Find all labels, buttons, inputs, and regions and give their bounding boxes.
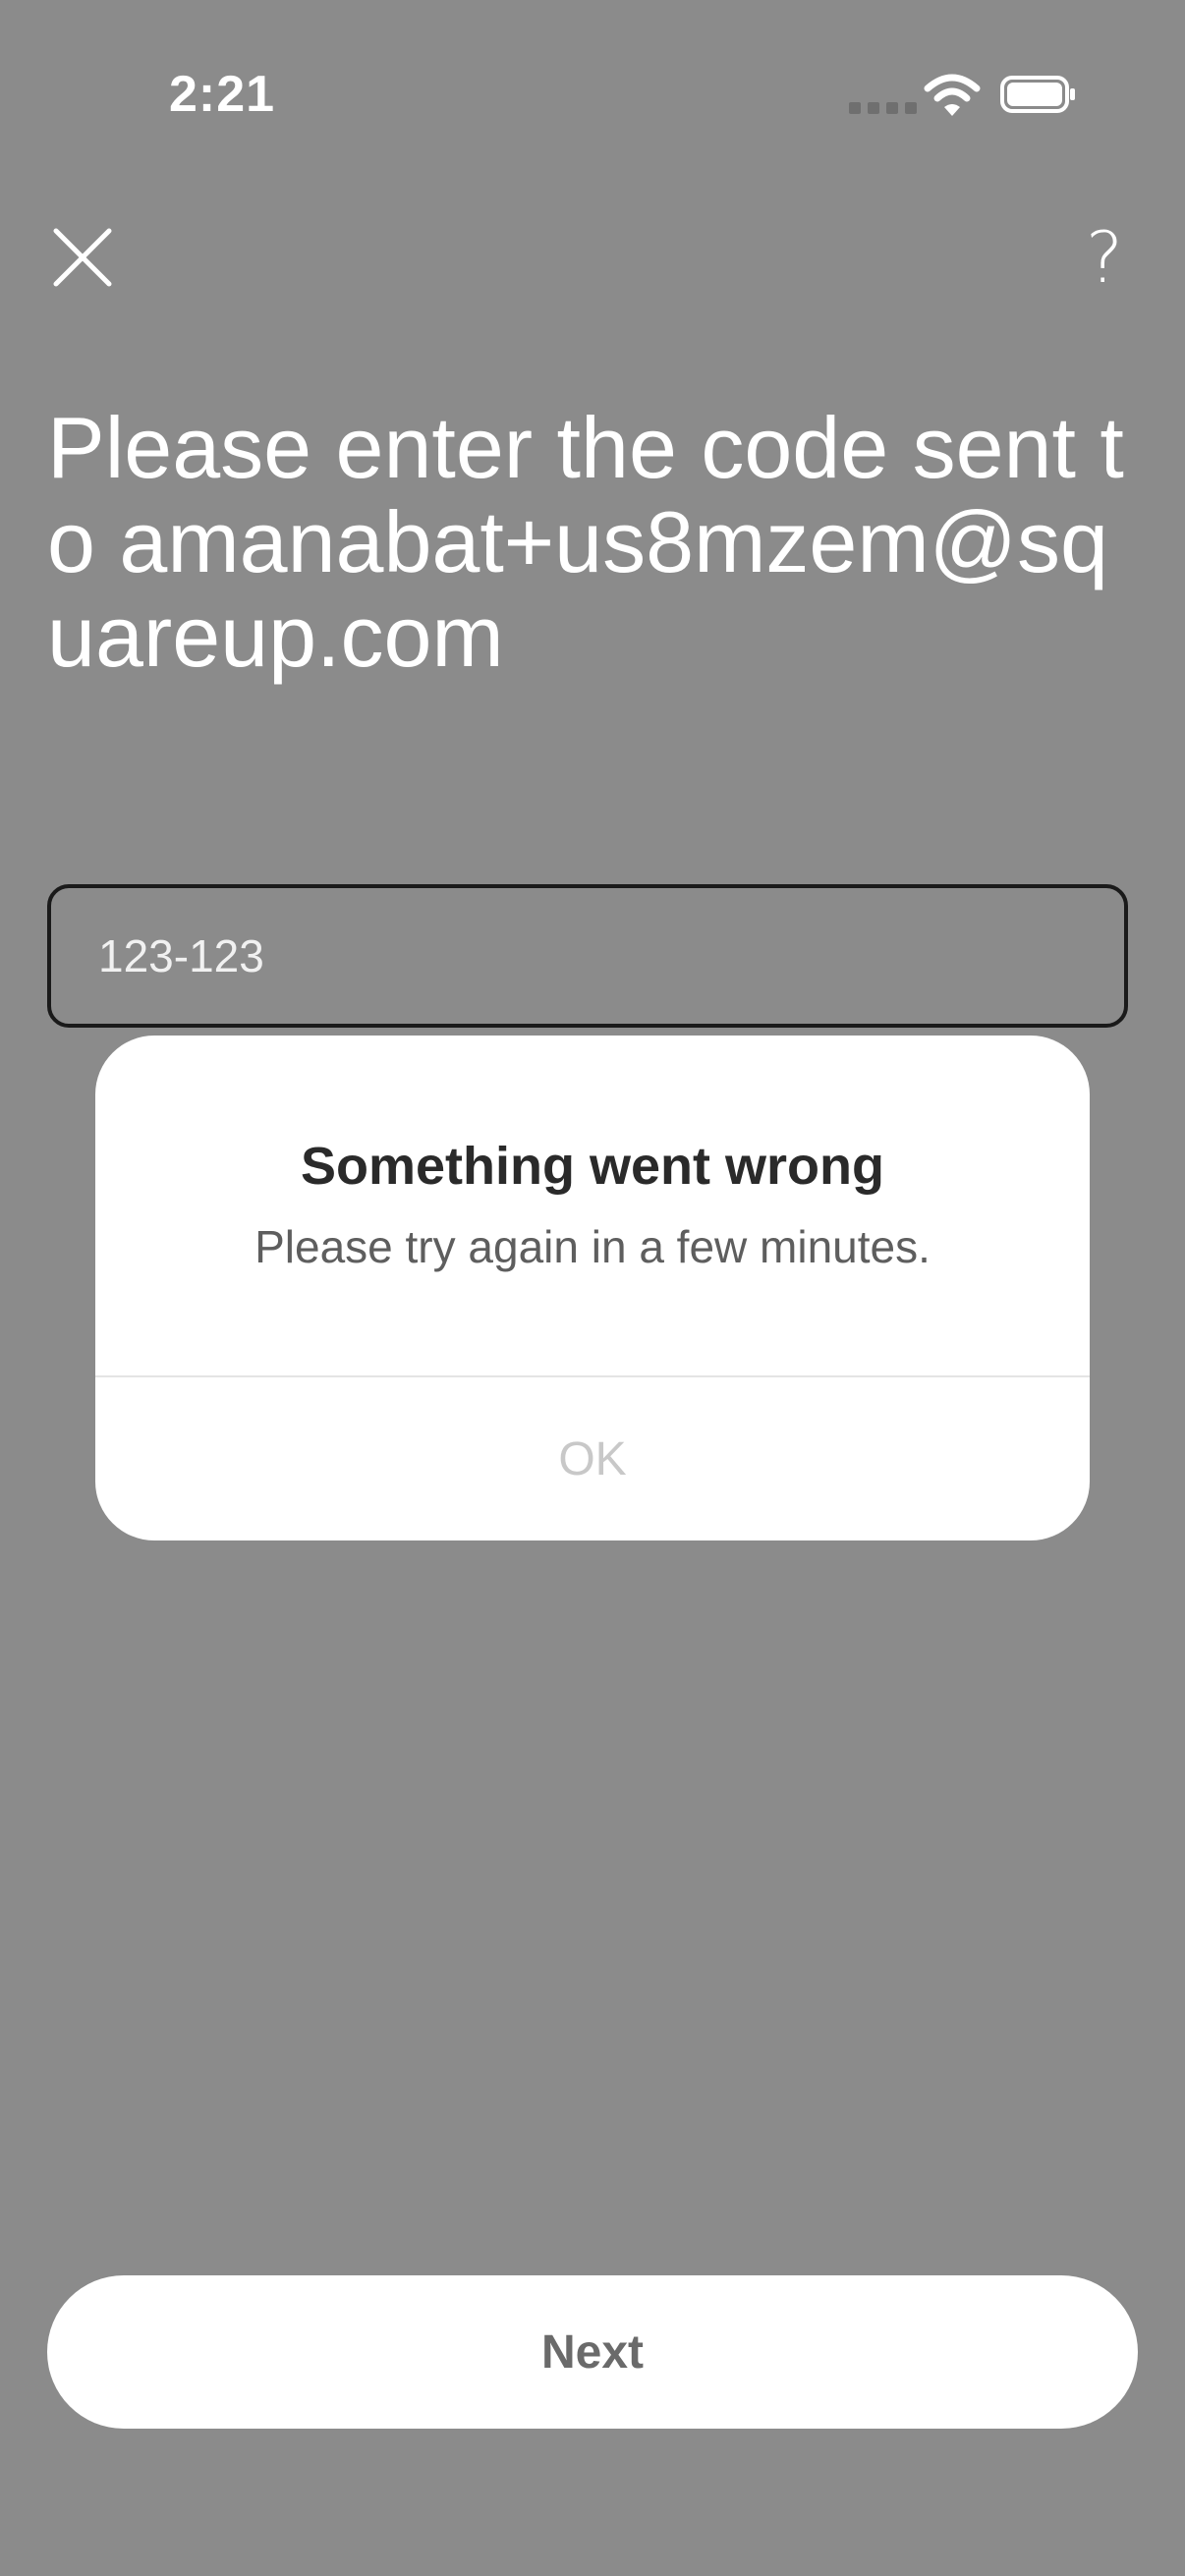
battery-icon bbox=[1000, 76, 1075, 113]
help-button[interactable]: ? bbox=[1065, 218, 1144, 297]
verification-code-screen: 2:21 ? Please enter the code sent to ama… bbox=[0, 0, 1185, 2576]
page-title: Please enter the code sent to amanabat+u… bbox=[47, 399, 1124, 685]
wifi-icon bbox=[924, 74, 981, 116]
next-button[interactable]: Next bbox=[47, 2275, 1138, 2429]
help-icon: ? bbox=[1085, 216, 1124, 299]
cellular-signal-icon bbox=[849, 102, 917, 114]
ok-button[interactable]: OK bbox=[95, 1377, 1090, 1540]
close-icon bbox=[53, 228, 112, 287]
error-dialog: Something went wrong Please try again in… bbox=[95, 1036, 1090, 1540]
verification-code-input[interactable] bbox=[47, 884, 1128, 1028]
status-time: 2:21 bbox=[169, 66, 276, 123]
dialog-message: Please try again in a few minutes. bbox=[254, 1221, 931, 1272]
dialog-title: Something went wrong bbox=[301, 1137, 884, 1196]
close-button[interactable] bbox=[43, 218, 122, 297]
